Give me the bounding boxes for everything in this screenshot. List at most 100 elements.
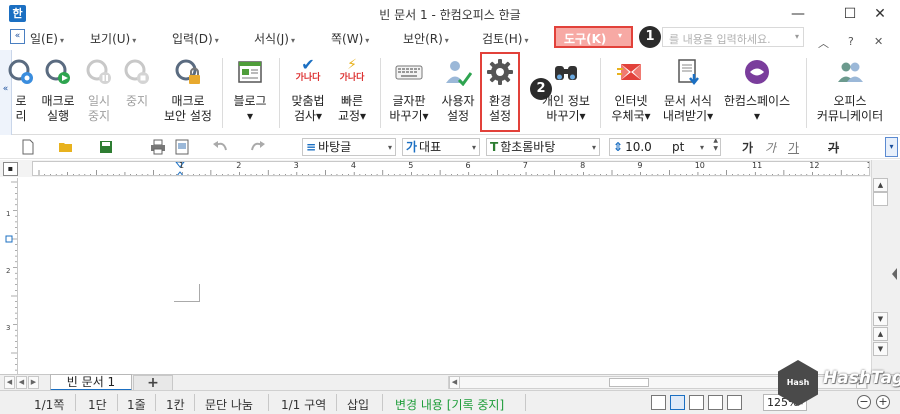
horizontal-scroll-thumb[interactable] xyxy=(609,378,649,387)
print-preview-icon[interactable] xyxy=(174,139,190,155)
first-tab-button[interactable]: ◀ xyxy=(4,376,15,389)
quick-correction-button[interactable]: ⚡ 가나다 빠른 교정▾ xyxy=(332,56,372,132)
hancom-space-button[interactable]: 한컴스페이스 ▾ xyxy=(718,56,796,132)
language-icon: 가 xyxy=(406,140,418,154)
fit-width-view-icon[interactable] xyxy=(727,395,742,410)
keyboard-layout-button[interactable]: 글자판 바꾸기▾ xyxy=(386,56,432,132)
new-document-icon[interactable] xyxy=(20,139,36,155)
help-search-input[interactable]: 를 내용을 입력하세요. ▾ xyxy=(662,27,804,47)
ruler-number: 11 xyxy=(752,161,763,170)
blog-button[interactable]: 블로그 ▾ xyxy=(228,56,272,132)
menu-edit[interactable]: 일(E) ▾ xyxy=(30,30,64,47)
vertical-scroll-thumb[interactable] xyxy=(873,192,888,206)
ruler-number: 4 xyxy=(350,161,356,170)
strikethrough-button[interactable]: 가 xyxy=(828,139,839,156)
macro-security-icon xyxy=(175,59,200,84)
minimize-button[interactable]: — xyxy=(784,4,812,24)
record-macro-button[interactable]: 로리 xyxy=(6,56,36,132)
chevron-down-icon: ▾ xyxy=(214,36,219,45)
horizontal-ruler[interactable]: 1234567891011121314 xyxy=(32,161,870,176)
normal-view-icon[interactable] xyxy=(651,395,666,410)
menu-security[interactable]: 보안(R) ▾ xyxy=(403,30,449,47)
help-button[interactable]: ? xyxy=(848,35,854,48)
tool-label: 맞춤법 검사▾ xyxy=(291,94,325,123)
close-window-button[interactable]: ✕ xyxy=(866,4,894,24)
scroll-up-button[interactable]: ▲ xyxy=(873,178,888,192)
print-icon[interactable] xyxy=(150,139,166,155)
document-canvas[interactable] xyxy=(19,178,870,374)
menu-page[interactable]: 쪽(W) ▾ xyxy=(331,30,369,47)
spell-check-button[interactable]: ✔ 가나다 맞춤법 검사▾ xyxy=(286,56,330,132)
save-icon[interactable] xyxy=(98,139,114,155)
close-document-button[interactable]: ✕ xyxy=(874,35,883,48)
font-select[interactable]: T 함초롬바탕 ▾ xyxy=(486,138,600,156)
redo-icon[interactable] xyxy=(250,139,266,155)
page-view-icon[interactable] xyxy=(670,395,685,410)
document-tab-bar: ◀ ◀ ▶ 빈 문서 1 + ◀ ▶ xyxy=(0,374,900,391)
chevron-down-icon: ▾ xyxy=(444,36,449,45)
zoom-out-button[interactable]: − xyxy=(857,395,871,409)
multi-page-view-icon[interactable] xyxy=(708,395,723,410)
office-communicator-button[interactable]: 오피스 커뮤니케이터 xyxy=(812,56,888,132)
tool-label: 빠른 교정▾ xyxy=(337,94,367,123)
run-macro-button[interactable]: 매크로 실행 xyxy=(38,56,78,132)
language-select[interactable]: 가 대표 ▾ xyxy=(402,138,480,156)
bold-button[interactable]: 가 xyxy=(742,139,753,156)
vertical-ruler[interactable]: 1 2 3 xyxy=(3,178,18,374)
two-page-view-icon[interactable] xyxy=(689,395,704,410)
ribbon-separator xyxy=(806,58,807,128)
hashtag-watermark: HashTag xyxy=(823,368,900,388)
ruler-corner-button[interactable]: ▪ xyxy=(3,162,18,176)
chevron-down-icon: ▾ xyxy=(132,36,137,45)
menu-label: 쪽(W) xyxy=(331,32,364,46)
stop-icon xyxy=(124,59,149,84)
status-insert-mode[interactable]: 삽입 xyxy=(347,396,369,413)
chevron-down-icon: ▾ xyxy=(365,36,370,45)
menu-insert[interactable]: 입력(D) ▾ xyxy=(172,30,219,47)
previous-page-button[interactable]: ▲ xyxy=(873,327,888,341)
macro-security-button[interactable]: 매크로 보안 설정 xyxy=(158,56,218,132)
add-tab-button[interactable]: + xyxy=(133,375,173,391)
ribbon-toggle-button[interactable]: ︿ xyxy=(818,35,829,51)
previous-tab-button[interactable]: ◀ xyxy=(16,376,27,389)
personal-info-button[interactable]: 개인 정보 바꾸기▾ xyxy=(538,56,594,132)
status-separator xyxy=(336,394,337,411)
font-size-spinner[interactable]: ▲ ▼ xyxy=(713,139,718,153)
ruler-number: 1 xyxy=(179,161,185,170)
tool-label: 매크로 실행 xyxy=(41,94,75,123)
menu-tools[interactable]: 도구(K) ▾ xyxy=(554,26,633,48)
italic-button[interactable]: 가 xyxy=(765,139,776,156)
user-settings-button[interactable]: 사용자 설정 xyxy=(436,56,480,132)
menu-collapse-button[interactable]: « xyxy=(10,29,25,44)
ribbon-separator xyxy=(380,58,381,128)
menu-review[interactable]: 검토(H) ▾ xyxy=(482,30,528,47)
undo-icon[interactable] xyxy=(212,139,228,155)
maximize-button[interactable]: ☐ xyxy=(836,4,864,24)
zoom-in-button[interactable]: + xyxy=(876,395,890,409)
scroll-down-button[interactable]: ▼ xyxy=(873,312,888,326)
menu-format[interactable]: 서식(J) ▾ xyxy=(254,30,295,47)
next-tab-button[interactable]: ▶ xyxy=(28,376,39,389)
status-track-changes[interactable]: 변경 내용 [기록 중지] xyxy=(395,396,504,413)
toolbar-options-button[interactable]: ▾ xyxy=(885,137,898,157)
download-templates-button[interactable]: 문서 서식 내려받기▾ xyxy=(660,56,716,132)
tab-document-1[interactable]: 빈 문서 1 xyxy=(50,374,132,391)
paragraph-style-select[interactable]: ≡ 바탕글 ▾ xyxy=(302,138,396,156)
ribbon-separator xyxy=(279,58,280,128)
right-side-panel-handle[interactable] xyxy=(889,160,900,374)
pause-macro-button: 일시 중지 xyxy=(80,56,118,132)
scroll-left-button[interactable]: ◀ xyxy=(449,376,460,389)
next-page-button[interactable]: ▼ xyxy=(873,342,888,356)
open-folder-icon[interactable] xyxy=(58,139,74,155)
tool-label: 블로그 ▾ xyxy=(233,94,267,123)
window-title: 빈 문서 1 - 한컴오피스 한글 xyxy=(379,8,521,22)
internet-post-button[interactable]: 인터넷 우체국▾ xyxy=(606,56,656,132)
menu-view[interactable]: 보기(U) ▾ xyxy=(90,30,136,47)
status-separator xyxy=(525,394,526,411)
status-page[interactable]: 1/1쪽 xyxy=(34,396,64,413)
underline-button[interactable]: 가 xyxy=(788,139,799,156)
vertical-scrollbar[interactable]: ▲ ▼ ▲ ▼ xyxy=(871,160,889,374)
vertical-margin-marker[interactable] xyxy=(5,235,13,243)
font-size-field[interactable]: ⇕ 10.0 pt ▾ ▲ ▼ xyxy=(609,138,721,156)
status-separator xyxy=(155,394,156,411)
